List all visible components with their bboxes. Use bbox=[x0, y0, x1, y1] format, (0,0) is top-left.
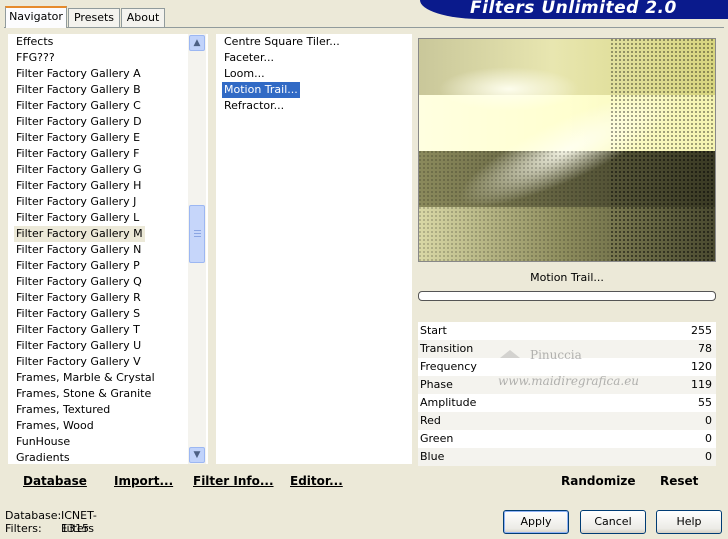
scroll-thumb[interactable] bbox=[189, 205, 205, 263]
category-item[interactable]: Filter Factory Gallery T bbox=[14, 322, 142, 338]
grip-icon bbox=[194, 230, 201, 231]
tab-divider bbox=[4, 27, 724, 28]
param-label: Red bbox=[420, 414, 441, 427]
category-item[interactable]: Filter Factory Gallery C bbox=[14, 98, 143, 114]
category-item[interactable]: Filter Factory Gallery H bbox=[14, 178, 143, 194]
grip-icon bbox=[194, 233, 201, 234]
category-item[interactable]: FFG??? bbox=[14, 50, 57, 66]
app-title: Filters Unlimited 2.0 bbox=[470, 0, 677, 18]
param-value[interactable]: 78 bbox=[698, 340, 712, 358]
apply-button[interactable]: Apply bbox=[503, 510, 569, 534]
category-item[interactable]: Filter Factory Gallery F bbox=[14, 146, 141, 162]
category-item[interactable]: FunHouse bbox=[14, 434, 72, 450]
param-value[interactable]: 55 bbox=[698, 394, 712, 412]
param-row-amplitude[interactable]: Amplitude 55 bbox=[418, 394, 716, 412]
status-database: Database: ICNET-Filters bbox=[5, 509, 97, 535]
param-label: Amplitude bbox=[420, 396, 477, 409]
param-label: Phase bbox=[420, 378, 453, 391]
param-value[interactable]: 120 bbox=[691, 358, 712, 376]
param-row-red[interactable]: Red 0 bbox=[418, 412, 716, 430]
preview-image bbox=[418, 38, 716, 262]
param-row-start[interactable]: Start 255 bbox=[418, 322, 716, 340]
reset-button[interactable]: Reset bbox=[660, 474, 698, 488]
filter-title: Motion Trail... bbox=[418, 268, 716, 288]
category-item[interactable]: Filter Factory Gallery G bbox=[14, 162, 144, 178]
parameter-panel[interactable]: Start 255 Transition 78 Frequency 120 Phase 119… bbox=[418, 322, 716, 466]
filter-item[interactable]: Centre Square Tiler... bbox=[222, 34, 342, 50]
category-item[interactable]: Filter Factory Gallery V bbox=[14, 354, 143, 370]
left-button-bar: Database Import... Filter Info... Editor… bbox=[8, 466, 412, 492]
randomize-button[interactable]: Randomize bbox=[561, 474, 635, 488]
category-item[interactable]: Gradients bbox=[14, 450, 72, 464]
category-item[interactable]: Effects bbox=[14, 34, 55, 50]
preview-graphic bbox=[419, 39, 715, 261]
param-row-phase[interactable]: Phase 119 bbox=[418, 376, 716, 394]
category-item[interactable]: Filter Factory Gallery S bbox=[14, 306, 142, 322]
filter-info-button[interactable]: Filter Info... bbox=[193, 474, 274, 488]
filter-list[interactable]: Centre Square Tiler... Faceter... Loom... M… bbox=[216, 34, 412, 464]
param-label: Start bbox=[420, 324, 447, 337]
import-button[interactable]: Import... bbox=[114, 474, 173, 488]
category-item[interactable]: Filter Factory Gallery P bbox=[14, 258, 142, 274]
category-item[interactable]: Frames, Stone & Granite bbox=[14, 386, 153, 402]
status-filters-label: Filters: bbox=[5, 522, 42, 535]
editor-button[interactable]: Editor... bbox=[290, 474, 343, 488]
status-filters-value: 1315 bbox=[61, 522, 89, 535]
param-label: Frequency bbox=[420, 360, 477, 373]
filter-item[interactable]: Loom... bbox=[222, 66, 267, 82]
param-label: Green bbox=[420, 432, 454, 445]
tab-about[interactable]: About bbox=[121, 8, 165, 27]
filter-item[interactable]: Faceter... bbox=[222, 50, 276, 66]
right-button-bar: Randomize Reset bbox=[418, 466, 716, 492]
category-item[interactable]: Frames, Wood bbox=[14, 418, 96, 434]
tab-navigator[interactable]: Navigator bbox=[5, 6, 67, 28]
param-value[interactable]: 255 bbox=[691, 322, 712, 340]
category-item[interactable]: Filter Factory Gallery B bbox=[14, 82, 143, 98]
category-scrollbar[interactable]: ▲ ▼ bbox=[188, 34, 206, 464]
tab-presets[interactable]: Presets bbox=[68, 8, 120, 27]
status-database-label: Database: bbox=[5, 509, 62, 522]
progress-bar bbox=[418, 291, 716, 301]
param-value[interactable]: 119 bbox=[691, 376, 712, 394]
cancel-button[interactable]: Cancel bbox=[580, 510, 646, 534]
category-list[interactable]: Effects FFG??? Filter Factory Gallery A Fil… bbox=[8, 34, 208, 464]
param-row-frequency[interactable]: Frequency 120 bbox=[418, 358, 716, 376]
param-value[interactable]: 0 bbox=[705, 430, 712, 448]
param-row-transition[interactable]: Transition 78 bbox=[418, 340, 716, 358]
chevron-down-icon[interactable]: ▼ bbox=[189, 447, 205, 463]
category-item[interactable]: Frames, Marble & Crystal bbox=[14, 370, 157, 386]
param-label: Blue bbox=[420, 450, 445, 463]
help-button[interactable]: Help bbox=[656, 510, 722, 534]
category-item[interactable]: Filter Factory Gallery A bbox=[14, 66, 143, 82]
param-label: Transition bbox=[420, 342, 474, 355]
param-row-blue[interactable]: Blue 0 bbox=[418, 448, 716, 466]
param-value[interactable]: 0 bbox=[705, 448, 712, 466]
grip-icon bbox=[194, 236, 201, 237]
category-item[interactable]: Filter Factory Gallery E bbox=[14, 130, 142, 146]
chevron-up-icon[interactable]: ▲ bbox=[189, 35, 205, 51]
category-item[interactable]: Filter Factory Gallery M bbox=[14, 226, 145, 242]
category-item[interactable]: Filter Factory Gallery L bbox=[14, 210, 141, 226]
category-item[interactable]: Filter Factory Gallery U bbox=[14, 338, 143, 354]
filter-item[interactable]: Motion Trail... bbox=[222, 82, 300, 98]
filter-item[interactable]: Refractor... bbox=[222, 98, 286, 114]
category-item[interactable]: Filter Factory Gallery J bbox=[14, 194, 138, 210]
category-item[interactable]: Filter Factory Gallery N bbox=[14, 242, 143, 258]
category-item[interactable]: Filter Factory Gallery D bbox=[14, 114, 144, 130]
category-item[interactable]: Filter Factory Gallery R bbox=[14, 290, 143, 306]
param-row-green[interactable]: Green 0 bbox=[418, 430, 716, 448]
status-filters: Filters: 1315 bbox=[5, 522, 89, 535]
database-button[interactable]: Database bbox=[23, 474, 87, 488]
param-value[interactable]: 0 bbox=[705, 412, 712, 430]
category-item[interactable]: Frames, Textured bbox=[14, 402, 112, 418]
category-item[interactable]: Filter Factory Gallery Q bbox=[14, 274, 144, 290]
